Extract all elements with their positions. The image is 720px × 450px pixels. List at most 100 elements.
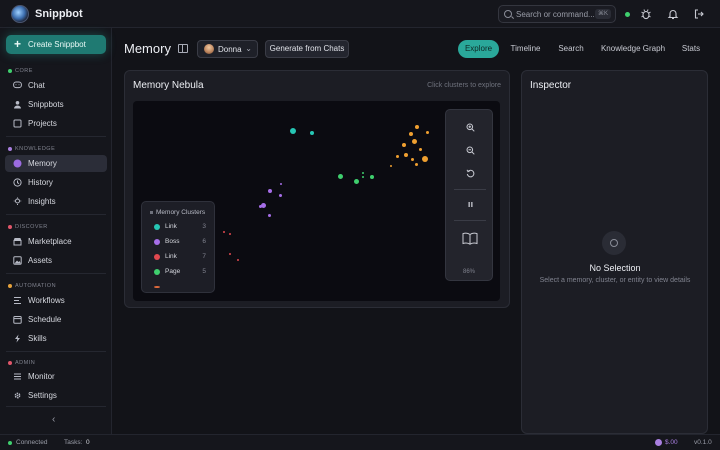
tasks-label: Tasks: [64,439,83,446]
memory-node[interactable] [409,132,413,136]
tab-search[interactable]: Search [553,40,589,58]
logout-icon[interactable] [693,8,705,20]
sidebar-item-label: Settings [28,391,57,400]
tab-explore[interactable]: Explore [458,40,499,58]
bug-icon[interactable] [640,8,652,20]
memory-node[interactable] [402,143,406,147]
memory-node[interactable] [338,174,343,179]
tab-stats[interactable]: Stats [677,40,705,58]
legend-item[interactable]: Link 7 [154,253,206,263]
pause-icon[interactable] [446,200,494,211]
legend-item[interactable] [154,283,206,293]
memory-node[interactable] [310,131,314,135]
section-dot [8,283,12,288]
sidebar-item-insights[interactable]: Insights [5,193,107,210]
sidebar-item-history[interactable]: History [5,174,107,191]
zoom-out-icon[interactable] [446,146,494,157]
sidebar-item-label: Memory [28,159,57,168]
sidebar-divider [6,351,106,352]
memory-node[interactable] [362,172,364,174]
legend-item[interactable]: Boss 6 [154,238,206,248]
tab-timeline[interactable]: Timeline [505,40,546,58]
memory-node[interactable] [268,189,272,193]
tab-knowledge-graph[interactable]: Knowledge Graph [597,40,669,58]
workflow-icon [13,296,22,305]
memory-node[interactable] [223,231,225,233]
sidebar-item-marketplace[interactable]: Marketplace [5,233,107,250]
inspector-panel: Inspector No Selection Select a memory, … [521,70,708,434]
sidebar-item-assets[interactable]: Assets [5,252,107,269]
sidebar-item-label: Snippbots [28,100,64,109]
sidebar-item-label: Schedule [28,315,62,324]
connection-status-dot [8,441,12,445]
generate-from-chats-button[interactable]: Generate from Chats [265,40,349,58]
memory-node[interactable] [259,205,262,208]
folder-icon [13,119,22,128]
user-select[interactable]: Donna ⌄ [197,40,258,58]
app-version: v0.1.0 [694,439,712,446]
sidebar-item-skills[interactable]: Skills [5,330,107,347]
memory-node[interactable] [290,128,296,134]
zoom-in-icon[interactable] [446,123,494,134]
bell-icon[interactable] [667,8,679,20]
sidebar-item-schedule[interactable]: Schedule [5,311,107,328]
memory-node[interactable] [419,148,422,151]
sidebar-item-settings[interactable]: Settings [5,387,107,404]
memory-node[interactable] [415,163,418,166]
legend-item[interactable]: Page 5 [154,268,206,278]
calendar-icon [13,315,22,324]
memory-node[interactable] [229,233,231,235]
image-icon [13,256,22,265]
memory-node[interactable] [390,165,392,167]
sidebar-item-monitor[interactable]: Monitor [5,368,107,385]
legend-item-count: 5 [202,268,206,275]
memory-node[interactable] [426,131,429,134]
memory-node[interactable] [404,153,408,157]
section-dot [8,360,12,365]
connection-status-dot [625,12,630,17]
tasks-count: 0 [86,439,90,446]
memory-node[interactable] [268,214,271,217]
search-icon [504,10,512,18]
sidebar-item-chat[interactable]: Chat [5,77,107,94]
chevron-down-icon: ⌄ [245,44,252,53]
connection-status: Connected [16,439,48,446]
legend-dot [154,286,160,288]
sidebar-item-workflows[interactable]: Workflows [5,292,107,309]
memory-node[interactable] [370,175,374,179]
nebula-canvas[interactable]: Memory Clusters Link 3 Boss 6 Link 7 Pag… [133,101,500,301]
sidebar-item-projects[interactable]: Projects [5,115,107,132]
memory-node[interactable] [280,183,282,185]
chat-icon [13,81,22,90]
section-label-automation: AUTOMATION [8,283,56,289]
panel-title: Memory Nebula [133,80,204,91]
sidebar-item-memory[interactable]: Memory [5,155,107,172]
app-logo-icon[interactable] [11,5,29,23]
legend-item-count: 3 [202,223,206,230]
legend-item[interactable]: Link 3 [154,223,206,233]
sidebar-item-label: Assets [28,256,53,265]
controls-divider [454,220,486,221]
book-open-icon[interactable] [446,232,494,247]
memory-node[interactable] [422,156,428,162]
avatar [204,44,214,54]
memory-node[interactable] [411,158,414,161]
memory-node[interactable] [229,253,231,255]
memory-node[interactable] [396,155,399,158]
zoom-level: 86% [463,269,476,275]
sidebar-item-snippbots[interactable]: Snippbots [5,96,107,113]
memory-node[interactable] [362,176,364,178]
memory-node[interactable] [415,125,419,129]
command-search-input[interactable]: Search or command... ⌘K [498,5,616,23]
memory-node[interactable] [354,179,359,184]
reset-view-icon[interactable] [446,169,494,180]
memory-node[interactable] [412,139,417,144]
user-select-value: Donna [218,45,242,54]
memory-node[interactable] [279,194,282,197]
memory-node[interactable] [237,259,239,261]
create-snippbot-button[interactable]: + Create Snippbot [6,35,106,54]
panel-title: Inspector [530,80,572,91]
legend-item-count: 6 [202,238,206,245]
collapse-sidebar-icon[interactable]: ‹ [52,414,55,425]
book-icon[interactable] [178,44,188,53]
